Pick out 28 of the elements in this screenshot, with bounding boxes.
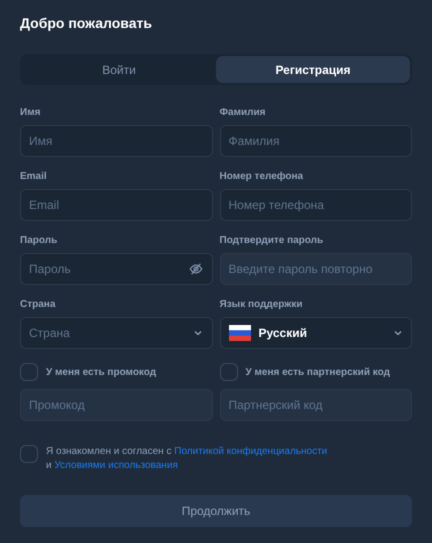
field-label: Фамилия [220, 107, 266, 119]
page-title: Добро пожаловать [20, 14, 153, 32]
field-label: Язык поддержки [220, 299, 304, 311]
checkbox[interactable] [20, 445, 38, 463]
field-label: Страна [20, 299, 56, 311]
privacy-policy-link[interactable]: Политикой конфиденциальности [174, 446, 328, 457]
input-field[interactable]: Email [20, 189, 212, 221]
input-field[interactable]: Имя [20, 125, 212, 157]
chevron-down-icon [192, 328, 202, 338]
agreement-text: Я ознакомлен и согласен с Политикой конфиденциальности и Условиями использования [46, 445, 328, 473]
input-field[interactable]: Номер телефона [220, 189, 412, 221]
password-field[interactable]: Пароль [20, 253, 212, 285]
field-label: Имя [20, 107, 42, 119]
hide-password-icon[interactable] [188, 262, 202, 276]
select-field[interactable]: Страна [20, 317, 212, 349]
input-field[interactable]: Фамилия [220, 125, 412, 157]
field-label: Подтвердите пароль [220, 235, 324, 247]
field-label: Email [20, 171, 48, 183]
flag-icon [228, 325, 250, 341]
select-field[interactable]: Русский [220, 317, 412, 349]
tab[interactable]: Регистрация [216, 56, 410, 83]
checkbox-label: У меня есть промокод [46, 366, 156, 380]
chevron-down-icon [393, 328, 403, 338]
field-label: Пароль [20, 235, 58, 247]
tab[interactable]: Войти [22, 56, 216, 83]
terms-link[interactable]: Условиями использования [54, 460, 178, 471]
field-label: Номер телефона [220, 171, 304, 183]
checkbox-label: У меня есть партнерский код [246, 366, 390, 380]
